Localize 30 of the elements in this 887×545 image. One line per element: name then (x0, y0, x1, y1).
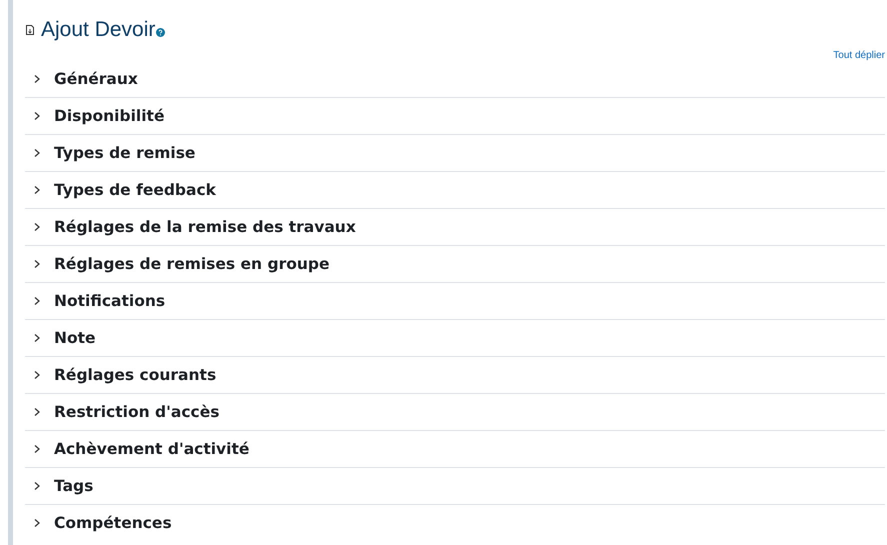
section-toggle[interactable]: Types de feedback (25, 172, 885, 208)
section-toggle[interactable]: Disponibilité (25, 98, 885, 134)
chevron-icon (32, 370, 42, 380)
section-toggle[interactable]: Généraux (25, 61, 885, 97)
section-toggle[interactable]: Notifications (25, 283, 885, 319)
section-toggle[interactable]: Compétences (25, 505, 885, 541)
chevron-icon (32, 111, 42, 121)
section-toggle[interactable]: Réglages de la remise des travaux (25, 209, 885, 245)
section-toggle[interactable]: Réglages de remises en groupe (25, 246, 885, 282)
document-icon (25, 24, 35, 36)
chevron-icon (32, 222, 42, 232)
help-icon[interactable] (156, 28, 166, 36)
page-title: Ajout Devoir (41, 18, 156, 42)
section-toggle[interactable]: Réglages courants (25, 357, 885, 393)
section-toggle[interactable]: Types de remise (25, 135, 885, 171)
chevron-icon (32, 185, 42, 195)
chevron-icon (32, 148, 42, 158)
chevron-icon (32, 518, 42, 528)
chevron-icon (32, 259, 42, 269)
chevron-icon (32, 296, 42, 306)
section-toggle[interactable]: Achèvement d'activité (25, 431, 885, 467)
chevron-icon (32, 333, 42, 343)
section-toggle[interactable]: Tags (25, 468, 885, 504)
chevron-icon (32, 407, 42, 417)
expand-all-link[interactable]: Tout déplier (833, 50, 885, 61)
chevron-icon (32, 481, 42, 491)
section-toggle[interactable]: Restriction d'accès (25, 394, 885, 430)
section-toggle[interactable]: Note (25, 320, 885, 356)
chevron-icon (32, 74, 42, 84)
chevron-icon (32, 444, 42, 454)
